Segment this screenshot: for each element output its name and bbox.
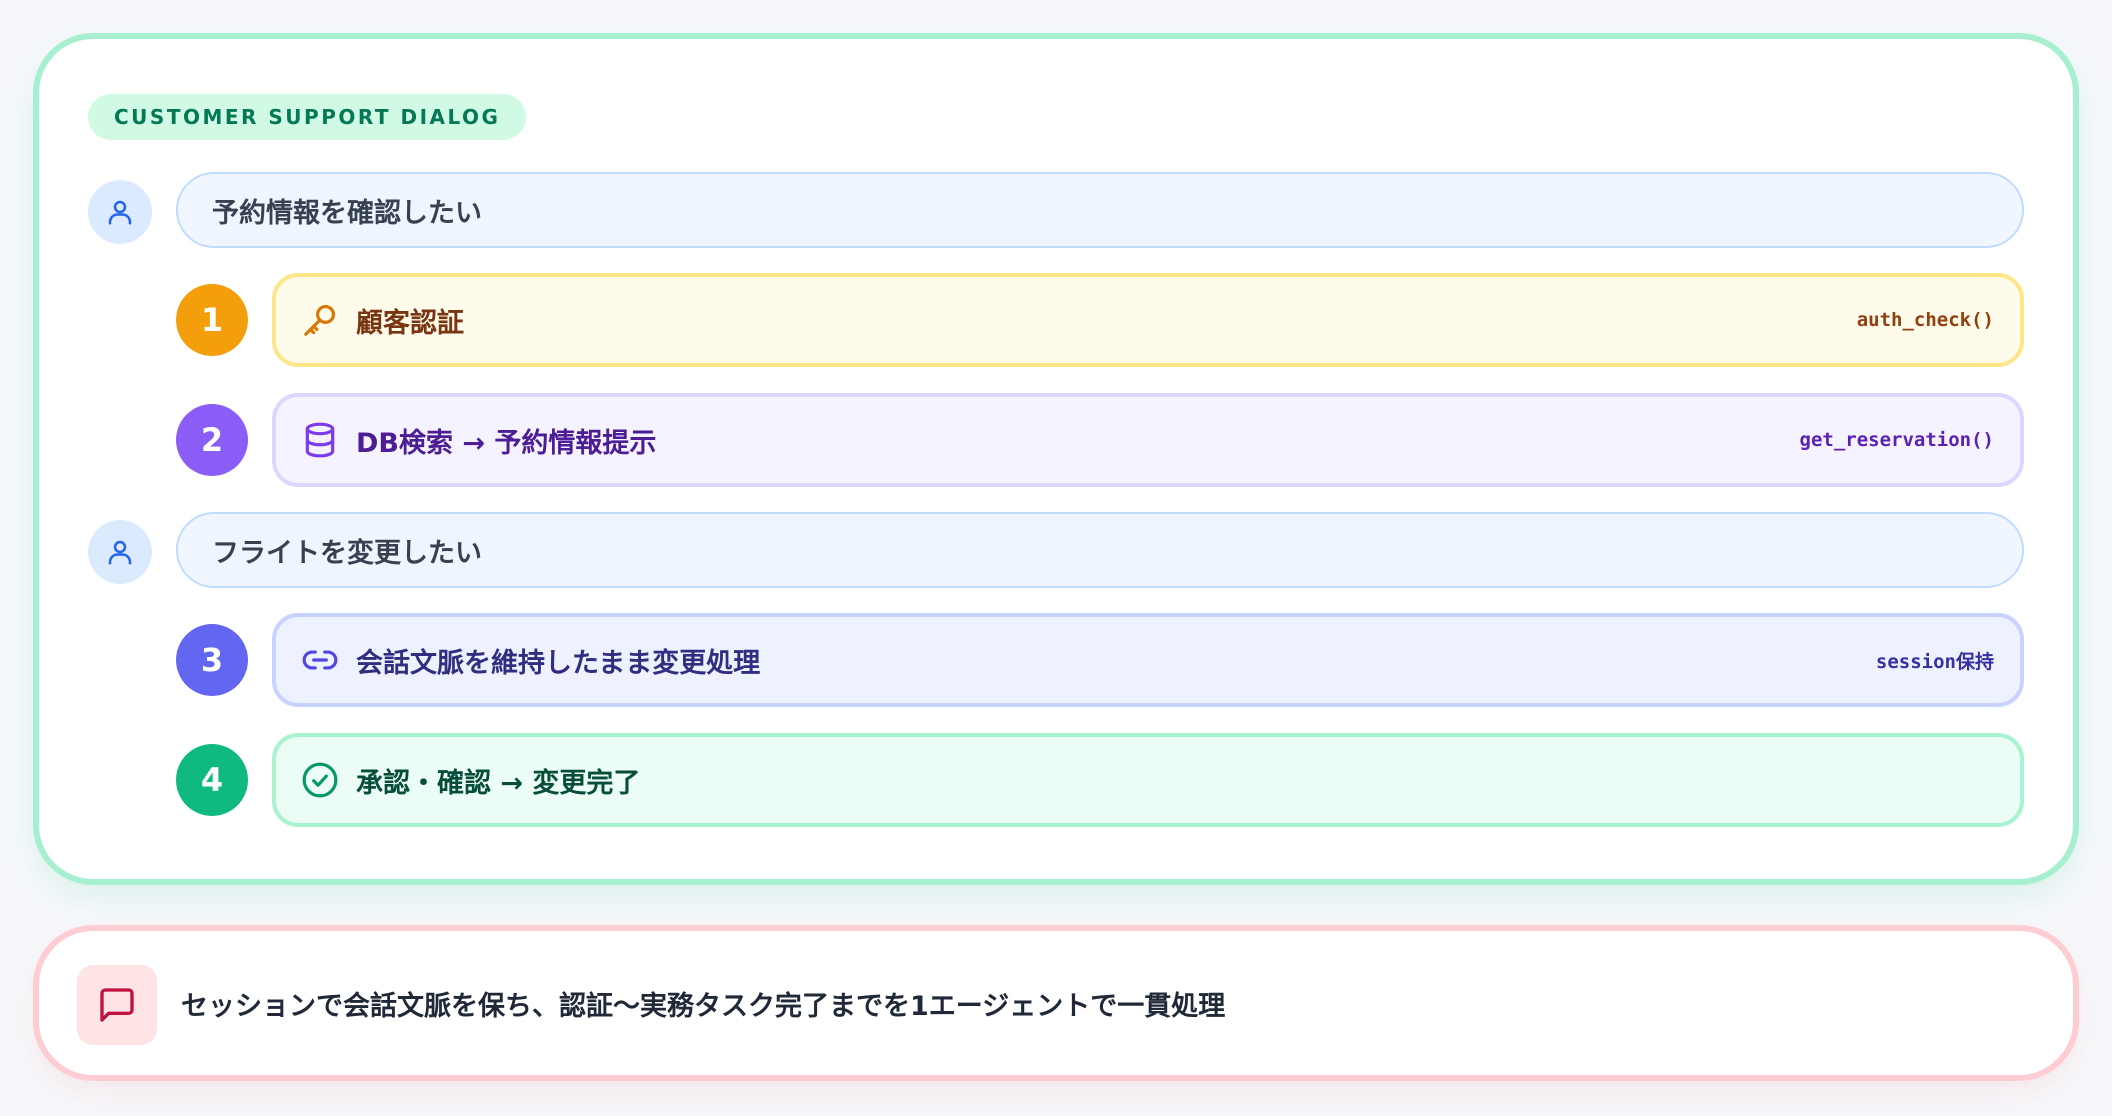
user-message-2: フライトを変更したい xyxy=(176,512,2024,588)
check-circle-icon xyxy=(300,760,340,800)
step-3: 会話文脈を維持したまま変更処理 session保持 xyxy=(272,613,2024,707)
step-4-number: 4 xyxy=(176,744,248,816)
summary-text: セッションで会話文脈を保ち、認証〜実務タスク完了までを1エージェントで一貫処理 xyxy=(181,990,1226,1022)
step-4: 承認・確認 → 変更完了 xyxy=(272,733,2024,827)
database-icon xyxy=(300,420,340,460)
message-icon xyxy=(77,965,157,1045)
step-2-label: DB検索 → 予約情報提示 xyxy=(356,427,657,459)
step-4-label: 承認・確認 → 変更完了 xyxy=(356,767,641,799)
step-1: 顧客認証 auth_check() xyxy=(272,273,2024,367)
key-icon xyxy=(300,300,340,340)
step-3-code: session保持 xyxy=(1875,650,1994,673)
user-avatar-icon xyxy=(88,180,152,244)
step-2-number: 2 xyxy=(176,404,248,476)
user-avatar-icon xyxy=(88,520,152,584)
summary-card: セッションで会話文脈を保ち、認証〜実務タスク完了までを1エージェントで一貫処理 xyxy=(33,925,2079,1081)
step-1-label: 顧客認証 xyxy=(356,307,464,339)
step-3-label: 会話文脈を維持したまま変更処理 xyxy=(356,647,761,679)
dialog-badge: CUSTOMER SUPPORT DIALOG xyxy=(88,94,527,140)
link-icon xyxy=(300,640,340,680)
step-2-code: get_reservation() xyxy=(1799,429,1994,451)
step-1-number: 1 xyxy=(176,284,248,356)
step-3-number: 3 xyxy=(176,624,248,696)
step-2: DB検索 → 予約情報提示 get_reservation() xyxy=(272,393,2024,487)
step-1-code: auth_check() xyxy=(1856,309,1994,331)
user-message-1: 予約情報を確認したい xyxy=(176,172,2024,248)
